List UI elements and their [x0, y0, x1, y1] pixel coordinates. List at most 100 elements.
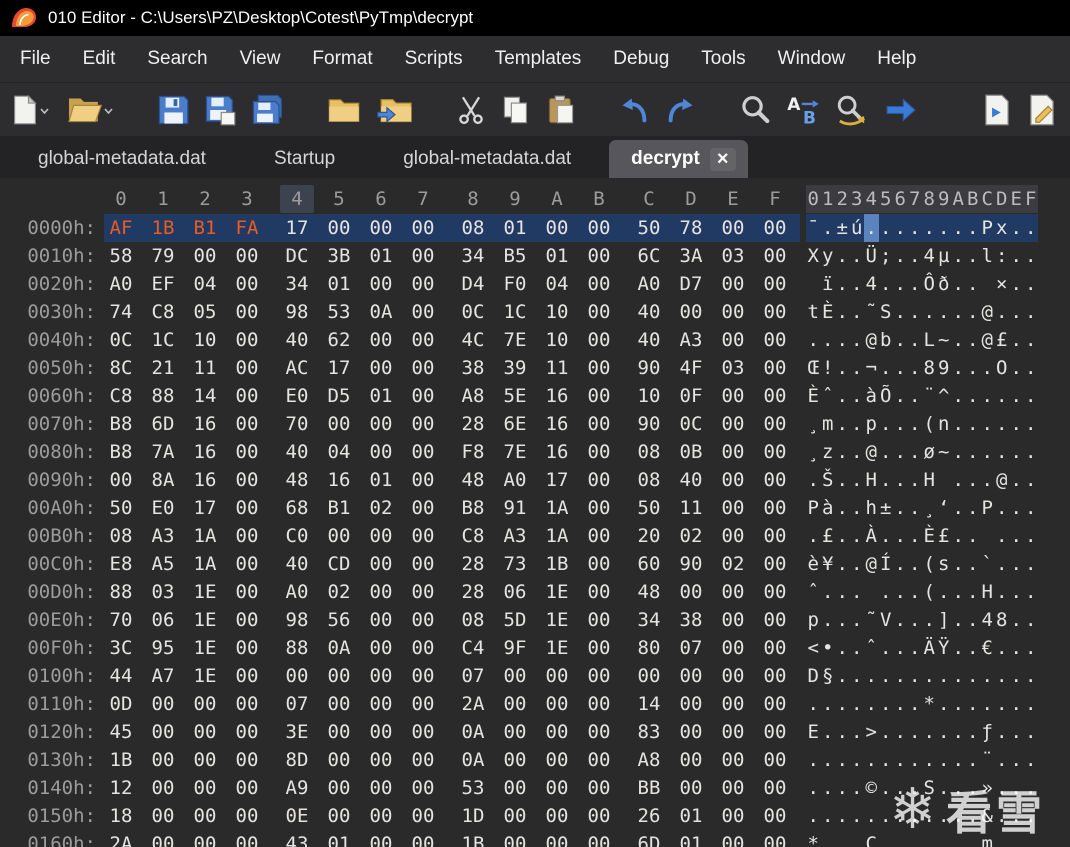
ascii-char[interactable]: . — [908, 578, 923, 606]
ascii-char[interactable]: . — [1009, 410, 1024, 438]
ascii-char[interactable]: . — [893, 830, 908, 847]
hex-byte[interactable]: 44 — [104, 662, 138, 690]
ascii-char[interactable]: p — [864, 410, 879, 438]
hex-byte[interactable]: 7E — [498, 438, 532, 466]
hex-byte[interactable]: 00 — [582, 298, 616, 326]
ascii-char[interactable]: 8 — [922, 354, 937, 382]
hex-byte[interactable]: 00 — [716, 522, 750, 550]
chevron-down-icon[interactable] — [102, 95, 115, 125]
ascii-char[interactable]: ¥ — [821, 550, 836, 578]
hex-byte[interactable]: 00 — [230, 326, 264, 354]
redo-button[interactable] — [665, 95, 697, 125]
ascii-char[interactable]: . — [821, 690, 836, 718]
hex-byte[interactable]: 00 — [498, 746, 532, 774]
hex-byte[interactable]: A8 — [632, 746, 666, 774]
hex-byte[interactable]: 00 — [540, 746, 574, 774]
ascii-char[interactable]: . — [1024, 578, 1039, 606]
hex-byte[interactable]: 00 — [406, 354, 440, 382]
ascii-char[interactable]: . — [821, 214, 836, 242]
hex-byte[interactable]: 00 — [758, 270, 792, 298]
hex-byte[interactable]: 00 — [146, 802, 180, 830]
hex-byte[interactable]: 00 — [758, 634, 792, 662]
ascii-char[interactable]: . — [937, 662, 952, 690]
menu-item-format[interactable]: Format — [296, 48, 388, 70]
ascii-char[interactable]: . — [835, 746, 850, 774]
ascii-char[interactable]: ¸ — [806, 438, 821, 466]
ascii-char[interactable]: . — [966, 354, 981, 382]
hex-byte[interactable]: 00 — [364, 578, 398, 606]
hex-byte[interactable]: A0 — [498, 466, 532, 494]
hex-byte[interactable]: A3 — [146, 522, 180, 550]
menu-item-view[interactable]: View — [224, 48, 297, 70]
open-folder-button[interactable] — [327, 95, 361, 125]
hex-byte[interactable]: 00 — [364, 410, 398, 438]
hex-byte[interactable]: 14 — [632, 690, 666, 718]
hex-byte[interactable]: 43 — [280, 830, 314, 847]
hex-byte[interactable]: 00 — [758, 242, 792, 270]
hex-byte[interactable]: 00 — [716, 270, 750, 298]
hex-byte[interactable]: B5 — [498, 242, 532, 270]
hex-byte[interactable]: 0B — [674, 438, 708, 466]
hex-byte[interactable]: 00 — [406, 466, 440, 494]
ascii-char[interactable]: È — [922, 522, 937, 550]
hex-byte[interactable]: 95 — [146, 634, 180, 662]
ascii-char[interactable]: ± — [879, 494, 894, 522]
ascii-char[interactable]: . — [966, 718, 981, 746]
hex-byte[interactable]: 00 — [406, 802, 440, 830]
hex-byte[interactable]: 5E — [498, 382, 532, 410]
ascii-char[interactable]: . — [893, 354, 908, 382]
ascii-char[interactable]: . — [908, 802, 923, 830]
hex-byte[interactable]: CD — [322, 550, 356, 578]
hex-byte[interactable]: 00 — [758, 214, 792, 242]
ascii-char[interactable]: . — [850, 578, 865, 606]
ascii-char[interactable]: . — [1009, 438, 1024, 466]
ascii-char[interactable]: . — [951, 214, 966, 242]
hex-byte[interactable]: AC — [280, 354, 314, 382]
ascii-char[interactable]: . — [1024, 438, 1039, 466]
hex-byte[interactable]: 1A — [540, 522, 574, 550]
ascii-char[interactable]: 9 — [937, 354, 952, 382]
ascii-char[interactable]: @ — [980, 326, 995, 354]
ascii-char[interactable]: Ä — [922, 634, 937, 662]
ascii-char[interactable]: . — [835, 242, 850, 270]
hex-byte[interactable]: 00 — [322, 214, 356, 242]
hex-byte[interactable]: 00 — [758, 298, 792, 326]
ascii-char[interactable]: Ü — [864, 242, 879, 270]
hex-byte[interactable]: 16 — [188, 466, 222, 494]
hex-byte[interactable]: F8 — [456, 438, 490, 466]
hex-byte[interactable]: 00 — [406, 718, 440, 746]
hex-byte[interactable]: 00 — [406, 410, 440, 438]
hex-byte[interactable]: 07 — [456, 662, 490, 690]
hex-byte[interactable]: 00 — [230, 466, 264, 494]
hex-byte[interactable]: 00 — [758, 354, 792, 382]
ascii-char[interactable]: ; — [879, 242, 894, 270]
ascii-char[interactable]: ˜ — [864, 606, 879, 634]
hex-byte[interactable]: 58 — [104, 242, 138, 270]
hex-byte[interactable]: 68 — [280, 494, 314, 522]
hex-byte[interactable]: 07 — [280, 690, 314, 718]
ascii-char[interactable]: . — [893, 382, 908, 410]
hex-byte[interactable]: AF — [104, 214, 138, 242]
ascii-char[interactable]: . — [850, 634, 865, 662]
ascii-char[interactable]: ¸ — [806, 410, 821, 438]
ascii-char[interactable]: • — [821, 634, 836, 662]
hex-byte[interactable]: 60 — [632, 550, 666, 578]
hex-byte[interactable]: 48 — [280, 466, 314, 494]
ascii-char[interactable]: < — [806, 634, 821, 662]
hex-byte[interactable]: 00 — [582, 270, 616, 298]
ascii-char[interactable]: . — [850, 718, 865, 746]
hex-byte[interactable]: 01 — [364, 466, 398, 494]
paste-button[interactable] — [546, 94, 576, 126]
hex-byte[interactable]: A9 — [280, 774, 314, 802]
hex-byte[interactable]: A8 — [456, 382, 490, 410]
ascii-char[interactable]: . — [1024, 494, 1039, 522]
ascii-char[interactable]: z — [821, 438, 836, 466]
ascii-char[interactable]: . — [806, 466, 821, 494]
hex-byte[interactable]: 00 — [498, 830, 532, 847]
hex-byte[interactable]: 00 — [230, 718, 264, 746]
hex-byte[interactable]: 00 — [188, 746, 222, 774]
ascii-char[interactable]: . — [908, 242, 923, 270]
hex-byte[interactable]: 53 — [456, 774, 490, 802]
ascii-char[interactable]: € — [980, 634, 995, 662]
hex-byte[interactable]: 00 — [364, 606, 398, 634]
